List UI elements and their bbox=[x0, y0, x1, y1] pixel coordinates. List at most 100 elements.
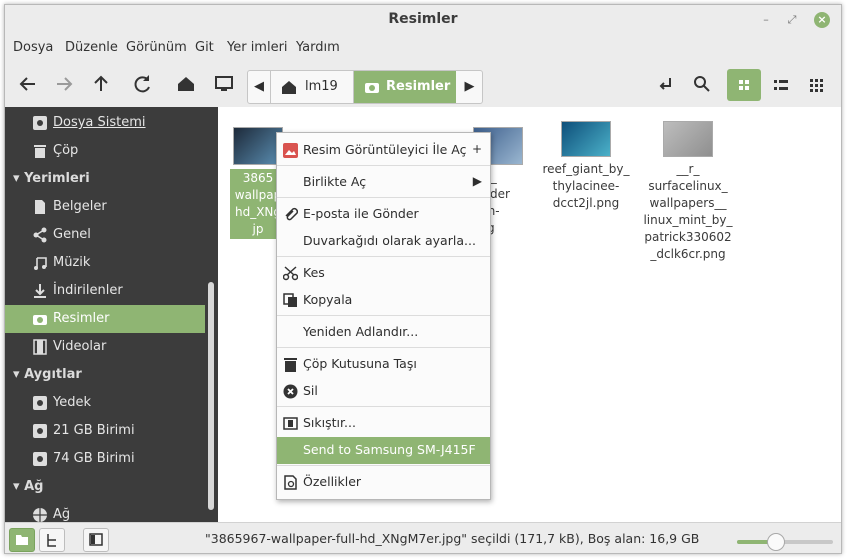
file-label-line: patrick330602 bbox=[644, 230, 732, 244]
sidebar-section-devices[interactable]: ▾ Aygıtlar bbox=[13, 367, 82, 382]
grid-icon bbox=[739, 80, 749, 90]
menu-item-label: Send to Samsung SM-J415F bbox=[303, 442, 476, 457]
menu-move-to-trash[interactable]: Çöp Kutusuna Taşı bbox=[277, 351, 490, 378]
sidebar-item-network[interactable]: Ağ bbox=[5, 501, 205, 522]
sidebar-scrollbar[interactable] bbox=[208, 282, 214, 510]
hide-sidebar-button[interactable] bbox=[83, 528, 109, 552]
menu-send-email[interactable]: E-posta ile Gönder bbox=[277, 201, 490, 228]
zoom-slider[interactable] bbox=[737, 533, 833, 551]
network-icon bbox=[33, 508, 47, 522]
sidebar-item-public[interactable]: Genel bbox=[5, 221, 205, 249]
menu-help[interactable]: Yardım bbox=[296, 40, 340, 55]
trash-icon bbox=[34, 145, 46, 158]
menu-set-wallpaper[interactable]: Duvarkağıdı olarak ayarla... bbox=[277, 228, 490, 255]
drive-icon bbox=[33, 452, 47, 466]
zoom-slider-handle[interactable] bbox=[767, 533, 786, 551]
menu-open-with-image-viewer[interactable]: Resim Görüntüleyici İle Aç + bbox=[277, 137, 490, 164]
path-scroll-left-button[interactable]: ◀ bbox=[248, 71, 271, 103]
file-label-line: surfacelinux_ bbox=[648, 179, 728, 193]
compact-view-button[interactable] bbox=[800, 69, 834, 101]
scissors-icon bbox=[283, 266, 298, 281]
sidebar-item-documents[interactable]: Belgeler bbox=[5, 193, 205, 221]
drive-icon bbox=[33, 424, 47, 438]
file-item[interactable]: reef_giant_by_ thylacinee- dcct2jl.png bbox=[536, 121, 636, 212]
arrow-right-icon bbox=[57, 77, 73, 91]
chevron-down-icon: ▾ bbox=[13, 367, 20, 382]
drive-icon bbox=[33, 116, 47, 130]
sidebar-section-heading: Ağ bbox=[24, 479, 44, 494]
chevron-left-icon: ◀ bbox=[254, 79, 264, 94]
menu-view[interactable]: Görünüm bbox=[126, 40, 187, 55]
forward-button[interactable] bbox=[49, 69, 79, 99]
menu-bookmarks[interactable]: Yer imleri bbox=[227, 40, 288, 55]
file-label-line: thylacinee- bbox=[552, 179, 620, 193]
sidebar-item-music[interactable]: Müzik bbox=[5, 249, 205, 277]
search-button[interactable] bbox=[687, 69, 717, 99]
path-segment-label: Resimler bbox=[386, 79, 451, 94]
path-bar: ◀ lm19 Resimler ▶ bbox=[247, 70, 483, 104]
sidebar-item-label: 74 GB Birimi bbox=[53, 451, 135, 466]
list-view-button[interactable] bbox=[764, 69, 798, 101]
monitor-icon bbox=[215, 76, 233, 91]
compact-list-icon bbox=[810, 79, 823, 92]
sidebar-item-label: Videolar bbox=[53, 339, 107, 354]
menu-separator bbox=[277, 165, 490, 166]
menu-cut[interactable]: Kes bbox=[277, 260, 490, 287]
menu-rename[interactable]: Yeniden Adlandır... bbox=[277, 319, 490, 346]
maximize-button[interactable]: ⤢ bbox=[784, 12, 800, 28]
sidebar-item-filesystem[interactable]: Dosya Sistemi bbox=[5, 109, 205, 137]
up-button[interactable] bbox=[86, 69, 116, 99]
trash-icon bbox=[284, 358, 297, 372]
menu-open-with[interactable]: Birlikte Aç ▶ bbox=[277, 169, 490, 196]
menu-item-label: Sıkıştır... bbox=[303, 415, 356, 430]
file-item[interactable]: __r_ surfacelinux_ wallpapers__ linux_mi… bbox=[638, 121, 738, 263]
menu-compress[interactable]: Sıkıştır... bbox=[277, 410, 490, 437]
sidebar-item-videos[interactable]: Videolar bbox=[5, 333, 205, 361]
menu-send-to-device[interactable]: Send to Samsung SM-J415F bbox=[277, 437, 490, 464]
toggle-location-button[interactable] bbox=[650, 69, 680, 99]
list-icon bbox=[774, 80, 788, 90]
menu-file[interactable]: Dosya bbox=[13, 40, 53, 55]
return-arrow-icon bbox=[659, 78, 671, 90]
sidebar-section-heading: Yerimleri bbox=[24, 171, 90, 186]
title-bar[interactable]: Resimler – ⤢ × bbox=[5, 5, 841, 35]
icon-view-button[interactable] bbox=[727, 69, 761, 101]
sidebar-item-pictures[interactable]: Resimler bbox=[5, 305, 205, 333]
computer-button[interactable] bbox=[209, 69, 239, 99]
sidebar-section-network[interactable]: ▾ Ağ bbox=[13, 479, 43, 494]
sidebar-section-heading: Aygıtlar bbox=[24, 367, 82, 382]
menu-go[interactable]: Git bbox=[195, 40, 214, 55]
menu-delete[interactable]: Sil bbox=[277, 378, 490, 405]
path-scroll-right-button[interactable]: ▶ bbox=[457, 71, 482, 103]
drive-icon bbox=[33, 396, 47, 410]
show-tree-button[interactable] bbox=[39, 528, 65, 552]
show-places-button[interactable] bbox=[9, 528, 35, 552]
paperclip-icon bbox=[285, 207, 298, 221]
chevron-right-icon: ▶ bbox=[464, 79, 475, 94]
menu-copy[interactable]: Kopyala bbox=[277, 287, 490, 314]
share-icon bbox=[33, 227, 47, 243]
home-button[interactable] bbox=[171, 69, 201, 99]
home-icon bbox=[178, 77, 194, 91]
sidebar-item-label: Müzik bbox=[53, 255, 91, 270]
menu-separator bbox=[277, 197, 490, 198]
sidebar-item-trash[interactable]: Çöp bbox=[5, 137, 205, 165]
minimize-button[interactable]: – bbox=[758, 12, 774, 28]
sidebar-item-label: Genel bbox=[53, 227, 91, 242]
image-viewer-icon bbox=[283, 143, 298, 158]
path-segment-home[interactable]: lm19 bbox=[271, 71, 354, 103]
home-icon bbox=[282, 81, 296, 94]
sidebar-item-downloads[interactable]: İndirilenler bbox=[5, 277, 205, 305]
reload-button[interactable] bbox=[128, 69, 158, 99]
sidebar-item-volume-74gb[interactable]: 74 GB Birimi bbox=[5, 445, 205, 473]
close-button[interactable]: × bbox=[814, 12, 830, 28]
path-segment-current[interactable]: Resimler bbox=[354, 71, 456, 103]
menu-item-label: Kes bbox=[303, 265, 325, 280]
back-button[interactable] bbox=[13, 69, 43, 99]
menu-properties[interactable]: Özellikler bbox=[277, 469, 490, 496]
menu-edit[interactable]: Düzenle bbox=[65, 40, 118, 55]
sidebar-item-label: Çöp bbox=[53, 143, 79, 158]
sidebar-item-backup[interactable]: Yedek bbox=[5, 389, 205, 417]
sidebar-section-bookmarks[interactable]: ▾ Yerimleri bbox=[13, 171, 90, 186]
sidebar-item-volume-21gb[interactable]: 21 GB Birimi bbox=[5, 417, 205, 445]
